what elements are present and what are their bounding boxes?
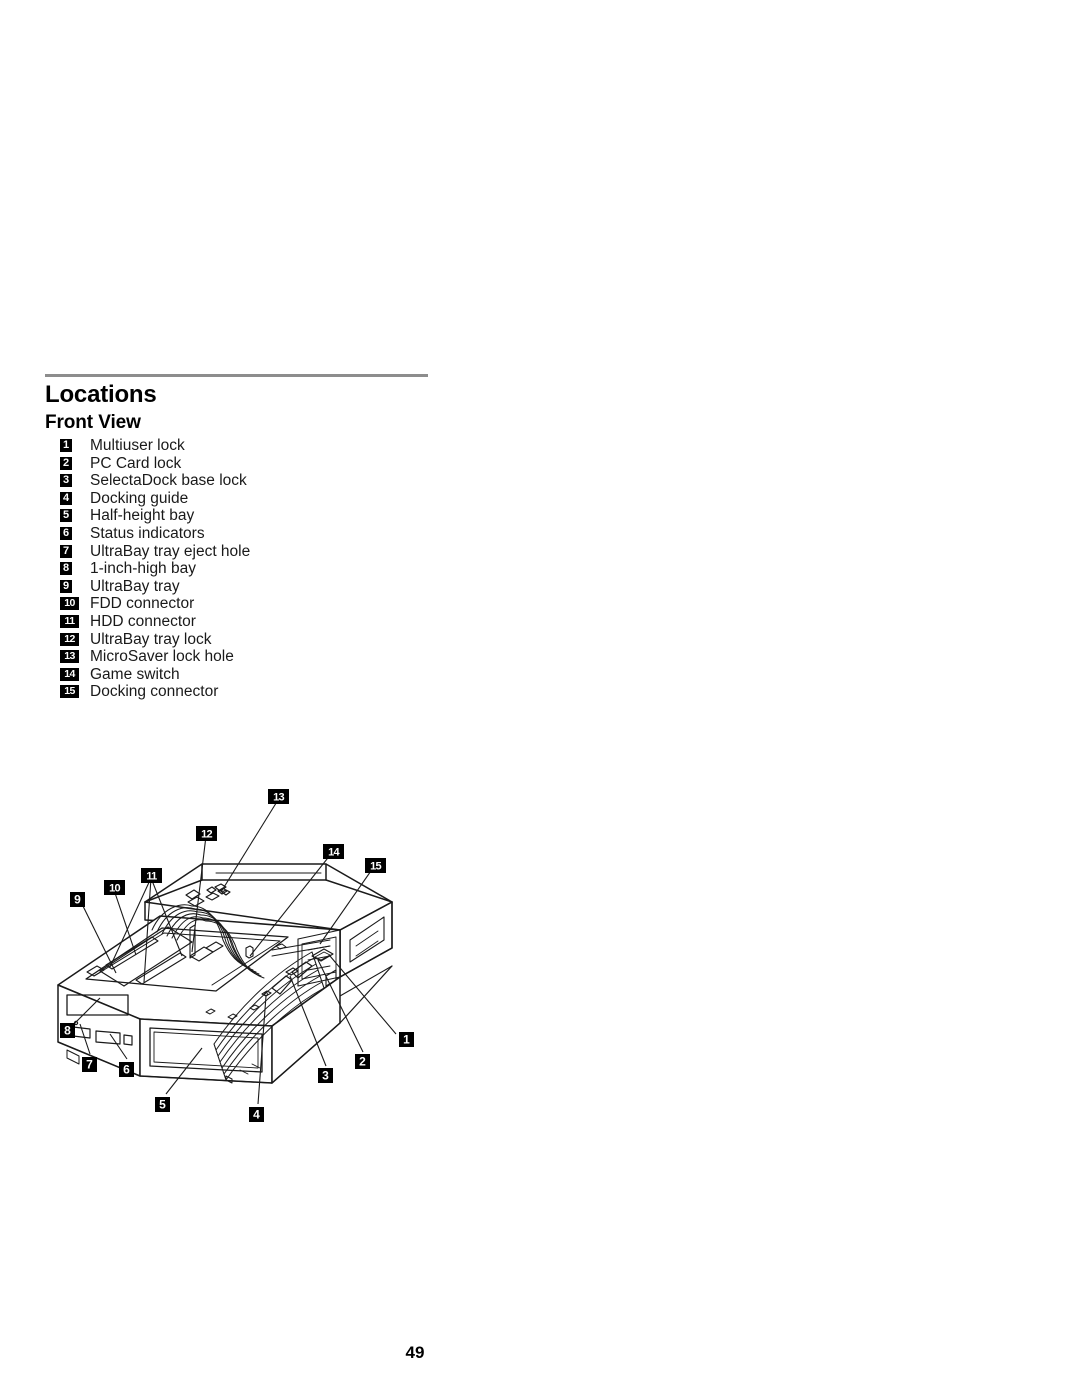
illustration-callout: 12 <box>196 826 217 841</box>
legend-item-label: UltraBay tray eject hole <box>90 542 251 560</box>
callout-badge: 7 <box>60 544 72 558</box>
legend-item-label: HDD connector <box>90 612 196 630</box>
legend-item-label: FDD connector <box>90 595 195 613</box>
legend-item: 4 Docking guide <box>60 490 480 508</box>
legend-item: 11 HDD connector <box>60 613 480 631</box>
callout-badge-number: 6 <box>123 1062 130 1076</box>
illustration-callout: 11 <box>141 868 162 883</box>
callout-badge-number: 8 <box>64 1023 71 1037</box>
illustration-callout: 6 <box>119 1062 134 1077</box>
illustration-callout: 4 <box>249 1107 264 1122</box>
callout-badge: 5 <box>60 509 72 523</box>
illustration-callout: 1 <box>399 1032 414 1047</box>
legend-item: 2 PC Card lock <box>60 455 480 473</box>
legend-item-label: Game switch <box>90 665 180 683</box>
callout-badge: 2 <box>60 456 72 470</box>
callout-badge: 9 <box>60 579 72 593</box>
callout-badge: 4 <box>60 491 72 505</box>
legend-item-label: PC Card lock <box>90 454 182 472</box>
legend-item: 10 FDD connector <box>60 595 480 613</box>
callout-badge-number: 4 <box>253 1107 260 1121</box>
callout-badge-number: 3 <box>322 1068 329 1082</box>
callout-badge: 3 <box>60 474 72 488</box>
callout-badge: 14 <box>60 667 79 681</box>
callout-badge: 15 <box>60 685 79 699</box>
parts-legend-list: 1 Multiuser lock 2 PC Card lock 3 SelectaDock… <box>60 437 480 701</box>
illustration-callout: 10 <box>104 880 125 895</box>
callout-badge-number: 11 <box>146 870 157 882</box>
legend-item-label: Docking guide <box>90 489 189 507</box>
callout-badge: 11 <box>60 614 79 628</box>
legend-item: 7 UltraBay tray eject hole <box>60 543 480 561</box>
callout-badge: 13 <box>60 650 79 664</box>
legend-item: 5 Half-height bay <box>60 507 480 525</box>
section-title: Front View <box>45 412 141 433</box>
legend-item-label: UltraBay tray lock <box>90 630 212 648</box>
legend-item: 12 UltraBay tray lock <box>60 631 480 649</box>
legend-item: 3 SelectaDock base lock <box>60 472 480 490</box>
legend-item-label: SelectaDock base lock <box>90 472 247 490</box>
illustration-callout: 14 <box>323 844 344 859</box>
callout-badge-number: 2 <box>359 1054 366 1068</box>
callout-badge: 12 <box>60 632 79 646</box>
illustration-callout: 8 <box>60 1023 75 1038</box>
header-divider <box>45 374 428 377</box>
callout-badge: 1 <box>60 439 72 452</box>
callout-badge-number: 10 <box>109 882 120 894</box>
callout-badge-number: 15 <box>370 860 381 872</box>
legend-item-label: UltraBay tray <box>90 577 180 595</box>
legend-item-label: Status indicators <box>90 524 205 542</box>
callout-badge-number: 12 <box>201 828 212 840</box>
page-title: Locations <box>45 381 157 408</box>
callout-badge: 6 <box>60 526 72 540</box>
legend-item: 1 Multiuser lock <box>60 437 480 455</box>
legend-item-label: 1-inch-high bay <box>90 560 196 578</box>
legend-item: 8 1-inch-high bay <box>60 560 480 578</box>
legend-item: 9 UltraBay tray <box>60 578 480 596</box>
illustration-callout: 13 <box>268 789 289 804</box>
illustration-callout: 5 <box>155 1097 170 1112</box>
legend-item-label: Half-height bay <box>90 507 195 525</box>
callout-badge-number: 9 <box>74 892 81 906</box>
callout-badge-number: 1 <box>403 1032 410 1046</box>
callout-badge-number: 5 <box>159 1097 166 1111</box>
illustration-callout: 3 <box>318 1068 333 1083</box>
page-number: 49 <box>405 1343 425 1362</box>
callout-badge-number: 7 <box>86 1057 93 1071</box>
legend-item: 6 Status indicators <box>60 525 480 543</box>
callout-badge: 8 <box>60 562 72 576</box>
illustration-callout: 15 <box>365 858 386 873</box>
front-view-illustration: 9 10 11 12 13 14 15 8 7 6 5 4 3 2 1 <box>40 780 460 1140</box>
illustration-callout: 7 <box>82 1057 97 1072</box>
callout-badge-number: 14 <box>328 846 340 858</box>
legend-item-label: Docking connector <box>90 683 219 701</box>
legend-item-label: MicroSaver lock hole <box>90 648 234 666</box>
legend-item: 15 Docking connector <box>60 683 480 701</box>
legend-item: 13 MicroSaver lock hole <box>60 648 480 666</box>
illustration-callout: 2 <box>355 1054 370 1069</box>
callout-badge-number: 13 <box>273 791 284 803</box>
illustration-callout: 9 <box>70 892 85 907</box>
legend-item: 14 Game switch <box>60 666 480 684</box>
callout-badge: 10 <box>60 597 79 611</box>
legend-item-label: Multiuser lock <box>90 437 185 454</box>
